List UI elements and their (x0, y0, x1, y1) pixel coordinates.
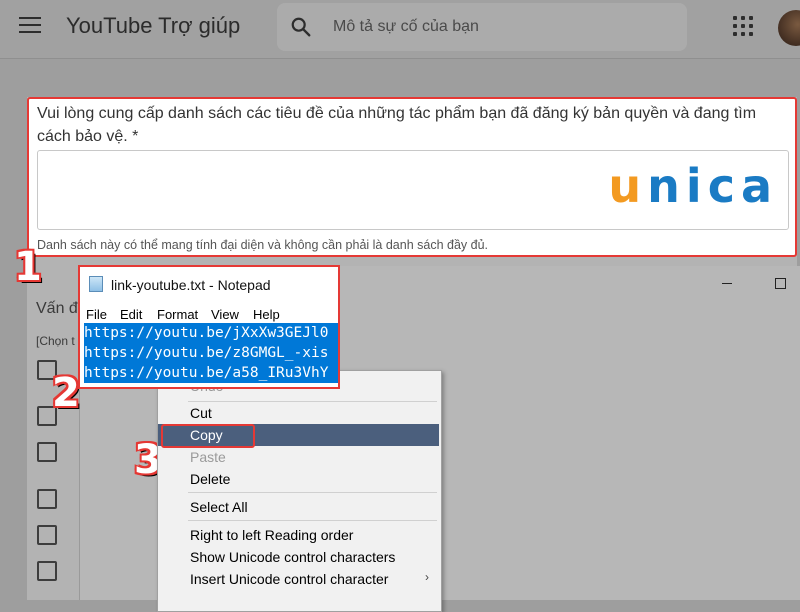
context-menu: Undo Cut Copy Paste Delete Select All Ri… (157, 370, 442, 612)
works-titles-input[interactable]: unica (37, 150, 789, 230)
selected-text-line[interactable]: https://youtu.be/z8GMGL_-xis (84, 343, 338, 363)
selected-text-line[interactable]: https://youtu.be/jXxXw3GEJl0 (84, 323, 338, 343)
menu-icon[interactable] (19, 17, 41, 35)
section-label: Vấn đ (36, 300, 78, 317)
notepad-icon (89, 276, 103, 292)
top-app-bar: YouTube Trợ giúp Mô tả sự cố của bạn (0, 0, 800, 59)
search-icon[interactable] (290, 16, 312, 38)
notepad-title: link-youtube.txt - Notepad (111, 277, 271, 293)
checkbox[interactable] (37, 489, 57, 509)
checkbox[interactable] (37, 561, 57, 581)
menu-item-cut[interactable]: Cut (158, 402, 439, 424)
maximize-icon[interactable] (775, 278, 786, 289)
menu-item-select-all[interactable]: Select All (158, 496, 439, 518)
notepad-title-bar[interactable]: link-youtube.txt - Notepad (80, 267, 338, 301)
chevron-right-icon: › (425, 570, 429, 584)
menu-item-rtl-reading-order[interactable]: Right to left Reading order (158, 524, 439, 546)
menu-item-paste[interactable]: Paste (158, 446, 439, 468)
copyright-works-question: Vui lòng cung cấp danh sách các tiêu đề … (27, 97, 797, 257)
avatar[interactable] (778, 10, 800, 46)
search-box[interactable]: Mô tả sự cố của bạn (277, 3, 687, 51)
site-title[interactable]: YouTube Trợ giúp (66, 13, 240, 39)
notepad-text-area[interactable]: https://youtu.be/jXxXw3GEJl0 https://you… (84, 323, 338, 383)
checkbox[interactable] (37, 525, 57, 545)
menu-item-show-unicode[interactable]: Show Unicode control characters (158, 546, 439, 568)
unica-logo: unica (608, 159, 778, 213)
notepad-window: link-youtube.txt - Notepad File Edit For… (78, 265, 340, 389)
question-label: Vui lòng cung cấp danh sách các tiêu đề … (37, 105, 757, 145)
question-hint: Danh sách này có thể mang tính đại diện … (37, 238, 489, 252)
search-input[interactable]: Mô tả sự cố của bạn (333, 18, 479, 36)
menu-item-delete[interactable]: Delete (158, 468, 439, 490)
apps-grid-icon[interactable] (733, 16, 753, 36)
step-number-2: 2 (52, 370, 80, 416)
section-hint: [Chọn t (36, 334, 75, 348)
step-number-1: 1 (14, 244, 42, 290)
menu-item-copy[interactable]: Copy (158, 424, 439, 448)
selected-text-line[interactable]: https://youtu.be/a58_IRu3VhY (84, 363, 338, 383)
menu-item-insert-unicode[interactable]: Insert Unicode control character › (158, 568, 439, 590)
minimize-icon[interactable] (722, 283, 732, 284)
checkbox[interactable] (37, 442, 57, 462)
